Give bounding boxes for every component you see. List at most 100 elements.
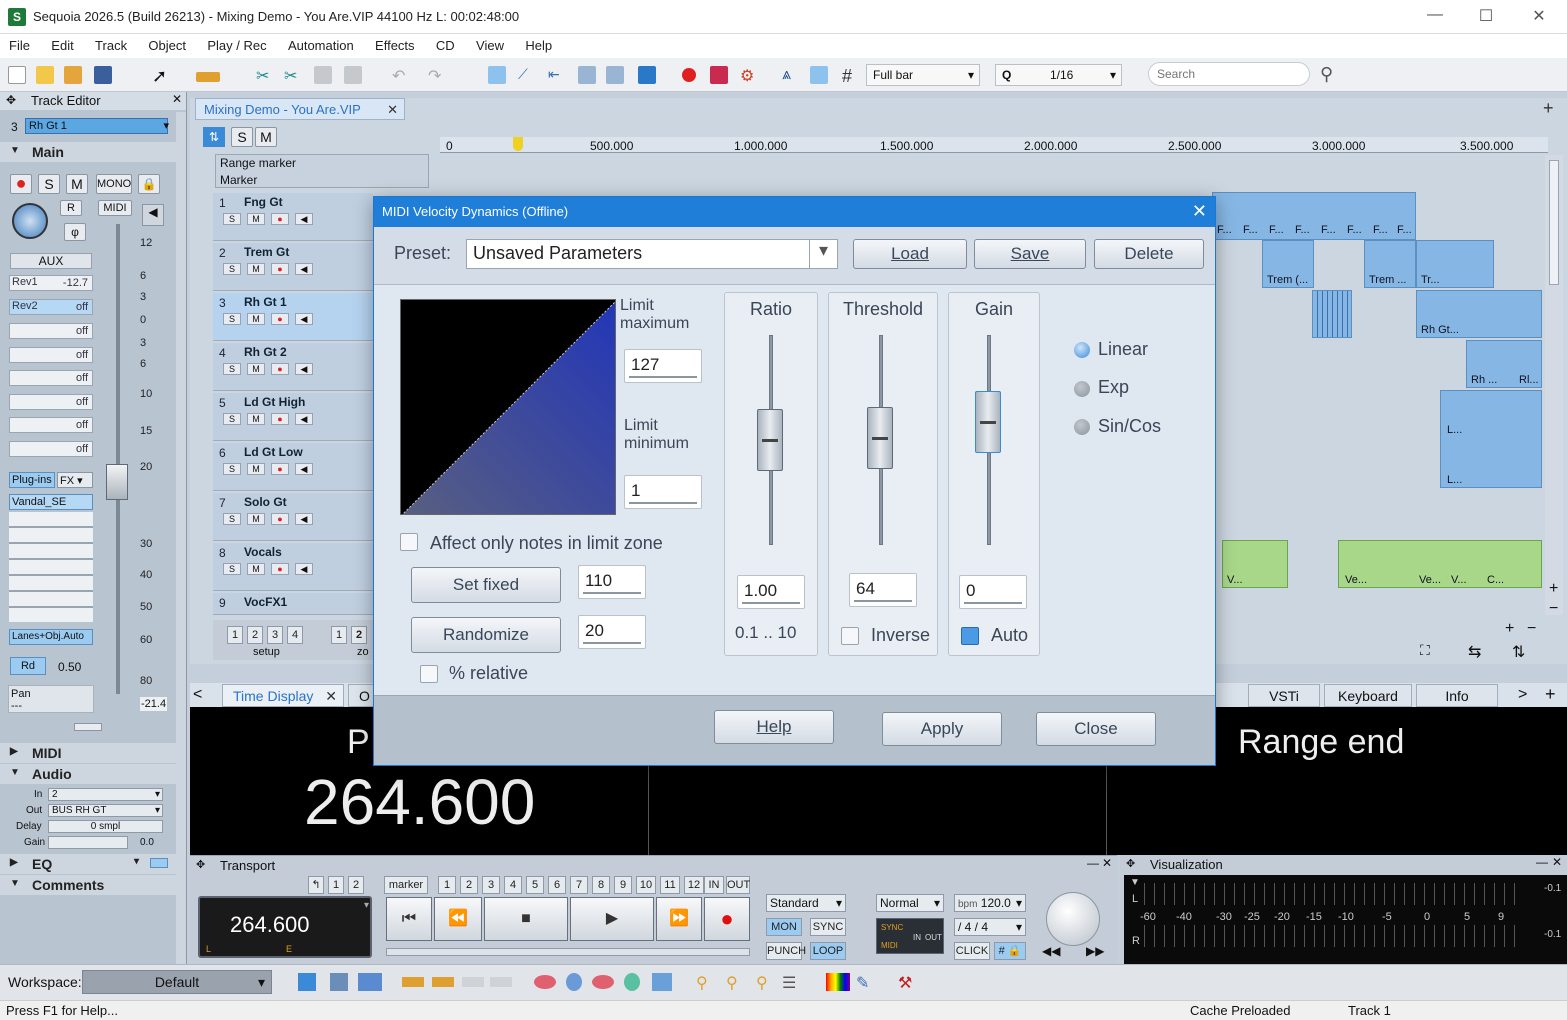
close-window-button[interactable]: ✕: [1519, 6, 1559, 26]
ratio-field[interactable]: 1.00: [737, 575, 805, 609]
plugins-button[interactable]: Plug-ins: [9, 472, 55, 488]
signature-field[interactable]: / 4 / 4 ▾: [954, 918, 1026, 936]
left-panel-scrollbar[interactable]: [176, 112, 186, 964]
marker-9-button[interactable]: 9: [614, 876, 632, 894]
menu-effects[interactable]: Effects: [366, 34, 424, 53]
scrollbar-thumb[interactable]: [1549, 160, 1559, 285]
aux-send-row[interactable]: off: [9, 370, 93, 386]
track-header[interactable]: 7 Solo Gt S M ● ◀: [213, 493, 373, 541]
delay-field[interactable]: 0 smpl: [48, 820, 163, 833]
menu-cd[interactable]: CD: [427, 34, 464, 53]
exp-radio[interactable]: [1074, 381, 1090, 397]
maximize-button[interactable]: ☐: [1466, 6, 1506, 26]
plugin-slots[interactable]: [9, 512, 93, 622]
eq-section-header[interactable]: ▶ EQ ▾: [0, 854, 176, 874]
clip[interactable]: Rh Gt...: [1416, 290, 1542, 338]
range-tool-icon[interactable]: [196, 72, 220, 82]
paste-icon[interactable]: [344, 66, 362, 84]
tab-keyboard[interactable]: Keyboard: [1324, 684, 1412, 707]
threshold-slider-thumb[interactable]: [867, 407, 893, 469]
stop-button[interactable]: ■: [484, 897, 568, 941]
load-button[interactable]: Load: [853, 239, 967, 269]
aux-send-row[interactable]: off: [9, 441, 93, 457]
loop-button[interactable]: LOOP: [810, 942, 846, 960]
go-start-button[interactable]: ⏮: [386, 897, 432, 941]
marker-8-button[interactable]: 8: [592, 876, 610, 894]
play-button[interactable]: ▶: [570, 897, 654, 941]
marker-11-button[interactable]: 11: [660, 876, 680, 894]
record-arm-icon[interactable]: [710, 66, 728, 84]
out-button[interactable]: OUT: [726, 876, 750, 894]
limit-max-field[interactable]: 127: [624, 349, 702, 383]
normal-select[interactable]: Normal ▾: [876, 894, 944, 912]
track-tools-icon[interactable]: ⇅: [203, 127, 225, 147]
gain-field[interactable]: 0: [959, 575, 1027, 609]
threshold-field[interactable]: 64: [849, 573, 917, 607]
stop-icon[interactable]: [638, 66, 656, 84]
menu-edit[interactable]: Edit: [42, 34, 82, 53]
speaker-icon[interactable]: ◀: [142, 204, 164, 226]
record-transport-button[interactable]: ●: [704, 897, 750, 941]
clip[interactable]: Tr...: [1416, 240, 1494, 288]
marker-6-button[interactable]: 6: [548, 876, 566, 894]
clip[interactable]: V...: [1222, 540, 1288, 588]
linear-radio[interactable]: [1074, 342, 1090, 358]
track-header[interactable]: 4 Rh Gt 2 S M ● ◀: [213, 343, 373, 391]
limit-min-field[interactable]: 1: [624, 475, 702, 509]
randomize-field[interactable]: 20: [578, 615, 646, 649]
preset-select[interactable]: Unsaved Parameters ▾: [466, 239, 838, 269]
new-file-icon[interactable]: [8, 66, 26, 84]
jog-forward-icon[interactable]: ▶▶: [1086, 944, 1104, 958]
search-input[interactable]: [1148, 62, 1310, 86]
arrow-icon[interactable]: ⇤: [548, 66, 566, 84]
track-header[interactable]: 9 VocFX1: [213, 593, 373, 615]
zoom-out-icon[interactable]: −: [1549, 600, 1558, 618]
magnet-icon[interactable]: [810, 66, 828, 84]
zoom-in-h-icon[interactable]: +: [1505, 620, 1514, 638]
clip[interactable]: Ve... Ve... V... C...: [1338, 540, 1542, 588]
fit-icon[interactable]: ⛶: [1420, 642, 1430, 659]
menu-help[interactable]: Help: [516, 34, 561, 53]
click-button[interactable]: CLICK: [954, 942, 990, 960]
pencil-icon[interactable]: ✎: [856, 973, 876, 992]
mon-button[interactable]: MON: [766, 918, 802, 936]
tools-icon[interactable]: ⚒: [898, 973, 924, 992]
pan-box[interactable]: Pan ---: [8, 685, 94, 713]
group-icon[interactable]: [606, 66, 624, 84]
audio-out-select[interactable]: BUS RH GT ▾: [48, 804, 163, 817]
mute-all-button[interactable]: M: [255, 127, 277, 147]
viz-close-icon[interactable]: ✕: [1552, 855, 1562, 869]
r-button[interactable]: R: [60, 200, 82, 216]
help-button[interactable]: Help: [714, 710, 834, 744]
percent-relative-checkbox[interactable]: [420, 665, 438, 683]
eye-icon[interactable]: [534, 975, 556, 989]
tab-vsti[interactable]: VSTi: [1248, 684, 1320, 707]
link-icon[interactable]: [652, 973, 672, 991]
move-icon[interactable]: [578, 66, 596, 84]
track-select[interactable]: Rh Gt 1 ▾: [25, 118, 169, 134]
marker-10-button[interactable]: 10: [636, 876, 656, 894]
transport-close-icon[interactable]: ✕: [1102, 856, 1112, 870]
clip[interactable]: Trem ...: [1364, 240, 1416, 288]
marker-4-button[interactable]: 4: [504, 876, 522, 894]
object-2-icon[interactable]: [432, 977, 454, 987]
track-header[interactable]: 2 Trem Gt S M ● ◀: [213, 243, 373, 291]
marker-12-button[interactable]: 12: [684, 876, 704, 894]
menu-view[interactable]: View: [467, 34, 513, 53]
menu-play-rec[interactable]: Play / Rec: [198, 34, 275, 53]
track-header[interactable]: 8 Vocals S M ● ◀: [213, 543, 373, 591]
cut-icon[interactable]: ✂: [256, 66, 274, 85]
gain-slider[interactable]: [48, 836, 128, 849]
lock-icon[interactable]: 🔒: [138, 174, 160, 194]
import-icon[interactable]: [64, 66, 82, 84]
volume-fader[interactable]: [106, 464, 128, 500]
marker-7-button[interactable]: 7: [570, 876, 588, 894]
aux-send-row[interactable]: off: [9, 417, 93, 433]
spectrum-icon[interactable]: [826, 973, 850, 991]
shield-icon[interactable]: [566, 973, 582, 991]
viz-minimize-icon[interactable]: —: [1536, 855, 1548, 869]
close-panel-icon[interactable]: ✕: [172, 92, 182, 106]
workspace-select[interactable]: Default ▾: [82, 970, 272, 994]
pin-icon[interactable]: [624, 973, 640, 991]
marker-1-button[interactable]: 1: [438, 876, 456, 894]
